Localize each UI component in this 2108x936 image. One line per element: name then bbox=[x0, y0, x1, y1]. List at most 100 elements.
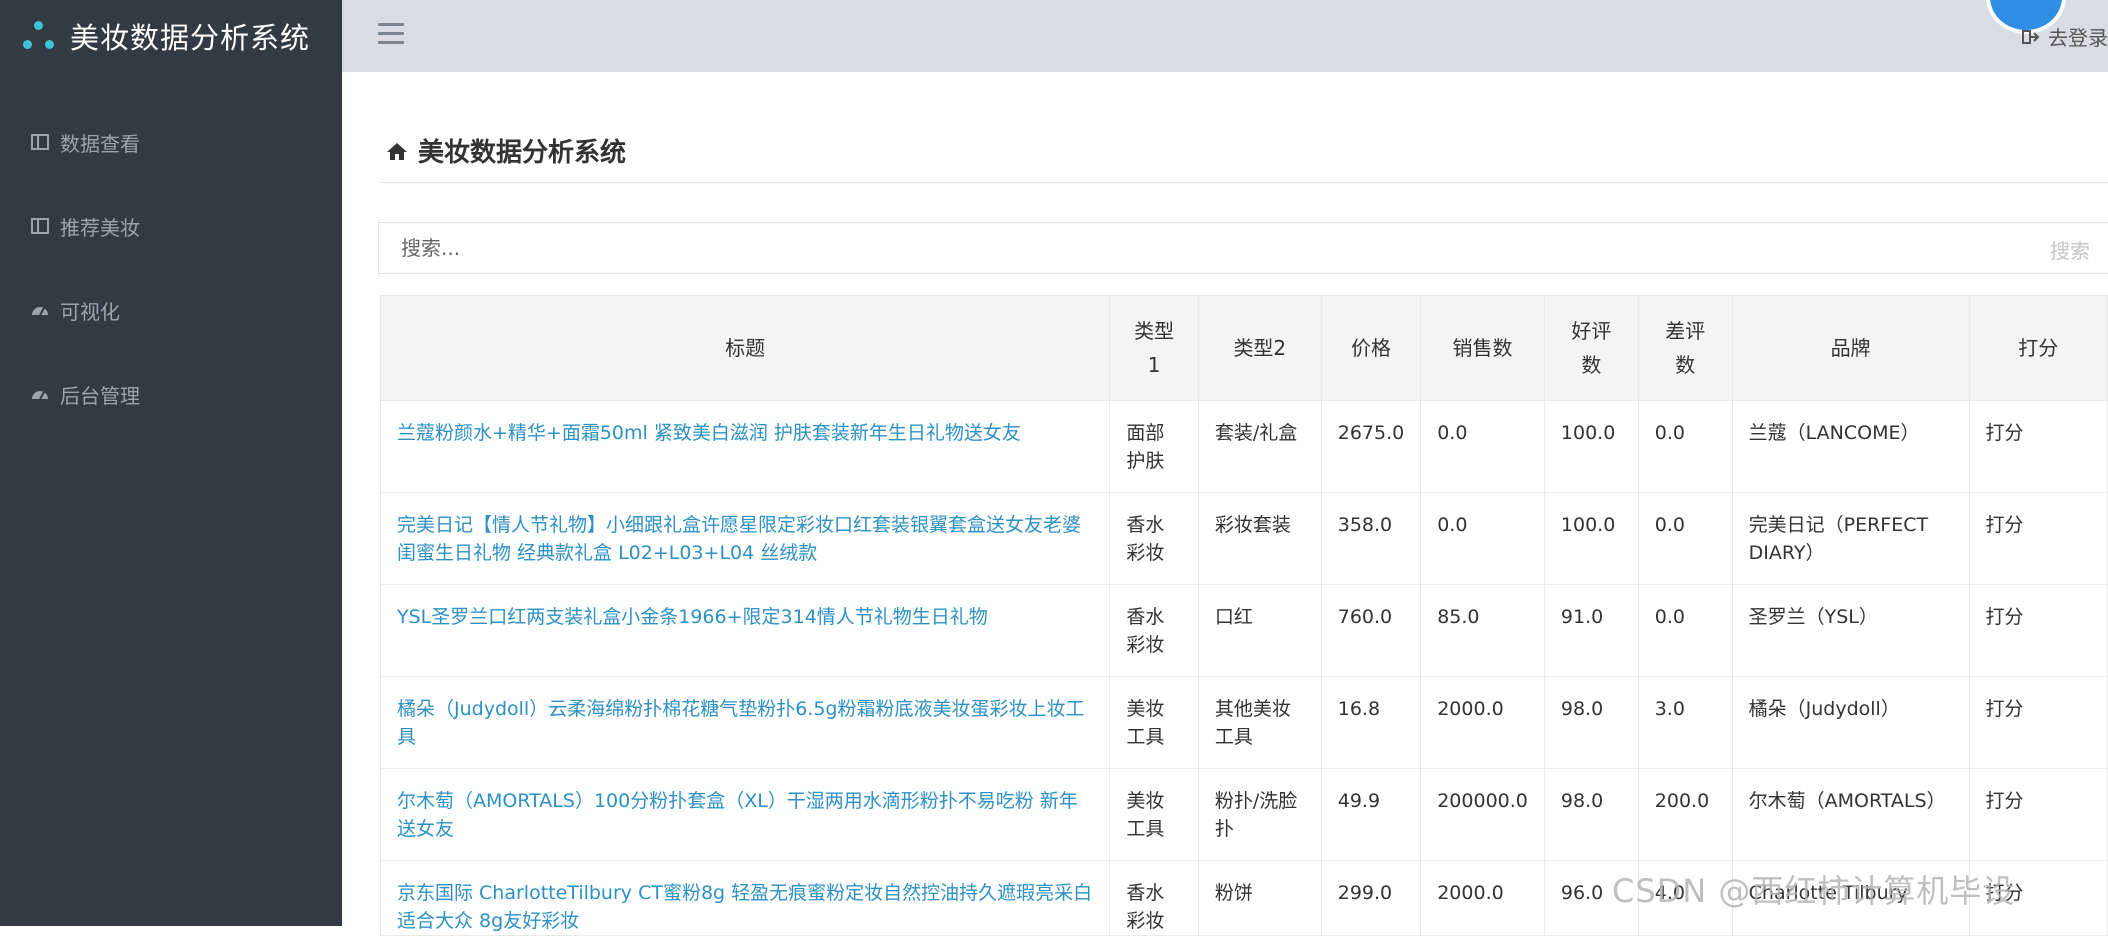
table-cell: 358.0 bbox=[1320, 492, 1422, 585]
table-cell: 香水彩妆 bbox=[1109, 584, 1199, 677]
column-header[interactable]: 打分 bbox=[1968, 295, 2108, 401]
table-row: 尔木萄（AMORTALS）100分粉扑套盒（XL）干湿两用水滴形粉扑不易吃粉 新… bbox=[379, 768, 2108, 861]
column-header[interactable]: 类型2 bbox=[1197, 295, 1322, 401]
column-header[interactable]: 品牌 bbox=[1731, 295, 1970, 401]
table-cell: 面部护肤 bbox=[1109, 400, 1199, 493]
table-cell: 0.0 bbox=[1637, 492, 1733, 585]
table-cell: 2000.0 bbox=[1420, 860, 1545, 936]
home-icon bbox=[387, 142, 407, 160]
table-cell: 49.9 bbox=[1320, 768, 1422, 861]
column-header[interactable]: 类型1 bbox=[1109, 295, 1199, 401]
table-cell: 299.0 bbox=[1320, 860, 1422, 936]
sidebar-item-admin[interactable]: 后台管理 bbox=[0, 352, 342, 436]
app-title: 美妆数据分析系统 bbox=[70, 21, 311, 55]
sidebar-item-label: 推荐美妆 bbox=[60, 215, 140, 240]
table-cell: 2675.0 bbox=[1320, 400, 1422, 493]
table-cell: 美妆工具 bbox=[1109, 676, 1199, 769]
table-cell: 圣罗兰（YSL） bbox=[1731, 584, 1970, 677]
table-cell: 16.8 bbox=[1320, 676, 1422, 769]
sidebar-item-label: 后台管理 bbox=[60, 383, 140, 408]
dashboard-icon bbox=[32, 391, 48, 400]
search-bar: 搜索 bbox=[378, 222, 2108, 274]
watermark: CSDN @西红柿计算机毕设 bbox=[1612, 872, 2016, 910]
table-cell: 200000.0 bbox=[1420, 768, 1545, 861]
rate-action[interactable]: 打分 bbox=[1968, 584, 2108, 677]
table-cell: 0.0 bbox=[1420, 492, 1545, 585]
product-title-link[interactable]: 完美日记【情人节礼物】小细跟礼盒许愿星限定彩妆口红套装银翼套盒送女友老婆闺蜜生日… bbox=[397, 514, 1081, 564]
table-cell: 兰蔻（LANCOME） bbox=[1731, 400, 1970, 493]
sidebar-item-visualization[interactable]: 可视化 bbox=[0, 268, 342, 352]
rate-action[interactable]: 打分 bbox=[1968, 768, 2108, 861]
sign-out-icon bbox=[2022, 29, 2040, 44]
main-content: 美妆数据分析系统 搜索 标题 类型1 类型2 价格 销售数 好评数 差评数 品牌… bbox=[342, 72, 2108, 936]
table-cell: 100.0 bbox=[1543, 400, 1639, 493]
table-cell: 3.0 bbox=[1637, 676, 1733, 769]
search-input[interactable] bbox=[379, 223, 2003, 273]
sidebar-item-data-view[interactable]: 数据查看 bbox=[0, 100, 342, 184]
title-cell: 完美日记【情人节礼物】小细跟礼盒许愿星限定彩妆口红套装银翼套盒送女友老婆闺蜜生日… bbox=[379, 492, 1111, 585]
sidebar-item-label: 数据查看 bbox=[60, 131, 140, 156]
table-cell: 98.0 bbox=[1543, 676, 1639, 769]
rate-action[interactable]: 打分 bbox=[1968, 492, 2108, 585]
title-cell: 尔木萄（AMORTALS）100分粉扑套盒（XL）干湿两用水滴形粉扑不易吃粉 新… bbox=[379, 768, 1111, 861]
product-title-link[interactable]: 京东国际 CharlotteTilbury CT蜜粉8g 轻盈无痕蜜粉定妆自然控… bbox=[397, 882, 1092, 932]
product-table: 标题 类型1 类型2 价格 销售数 好评数 差评数 品牌 打分 兰蔻粉颜水+精华… bbox=[379, 295, 2108, 936]
title-cell: YSL圣罗兰口红两支装礼盒小金条1966+限定314情人节礼物生日礼物 bbox=[379, 584, 1111, 677]
logo-icon bbox=[20, 18, 56, 54]
table-cell: 美妆工具 bbox=[1109, 768, 1199, 861]
title-cell: 橘朵（Judydoll）云柔海绵粉扑棉花糖气垫粉扑6.5g粉霜粉底液美妆蛋彩妆上… bbox=[379, 676, 1111, 769]
column-header[interactable]: 价格 bbox=[1320, 295, 1422, 401]
table-cell: 彩妆套装 bbox=[1197, 492, 1322, 585]
table-cell: 粉饼 bbox=[1197, 860, 1322, 936]
page-header: 美妆数据分析系统 bbox=[386, 132, 626, 169]
table-cell: 0.0 bbox=[1637, 584, 1733, 677]
table-cell: 0.0 bbox=[1637, 400, 1733, 493]
rate-action[interactable]: 打分 bbox=[1968, 676, 2108, 769]
table-row: 完美日记【情人节礼物】小细跟礼盒许愿星限定彩妆口红套装银翼套盒送女友老婆闺蜜生日… bbox=[379, 492, 2108, 585]
table-icon bbox=[31, 218, 49, 234]
table-cell: 760.0 bbox=[1320, 584, 1422, 677]
table-cell: 98.0 bbox=[1543, 768, 1639, 861]
table-cell: 橘朵（Judydoll） bbox=[1731, 676, 1970, 769]
sidebar: 美妆数据分析系统 数据查看 推荐美妆 可视化 后台管理 bbox=[0, 0, 342, 926]
table-cell: 粉扑/洗脸扑 bbox=[1197, 768, 1322, 861]
title-cell: 京东国际 CharlotteTilbury CT蜜粉8g 轻盈无痕蜜粉定妆自然控… bbox=[379, 860, 1111, 936]
product-title-link[interactable]: 橘朵（Judydoll）云柔海绵粉扑棉花糖气垫粉扑6.5g粉霜粉底液美妆蛋彩妆上… bbox=[397, 698, 1084, 748]
divider bbox=[380, 182, 2108, 183]
brand[interactable]: 美妆数据分析系统 bbox=[20, 14, 310, 58]
table-cell: 0.0 bbox=[1420, 400, 1545, 493]
table-row: 橘朵（Judydoll）云柔海绵粉扑棉花糖气垫粉扑6.5g粉霜粉底液美妆蛋彩妆上… bbox=[379, 676, 2108, 769]
product-title-link[interactable]: 尔木萄（AMORTALS）100分粉扑套盒（XL）干湿两用水滴形粉扑不易吃粉 新… bbox=[397, 790, 1078, 840]
column-header[interactable]: 标题 bbox=[379, 295, 1111, 401]
table-cell: 香水彩妆 bbox=[1109, 492, 1199, 585]
top-bar: 去登录 bbox=[342, 0, 2108, 72]
column-header[interactable]: 销售数 bbox=[1420, 295, 1545, 401]
title-cell: 兰蔻粉颜水+精华+面霜50ml 紧致美白滋润 护肤套装新年生日礼物送女友 bbox=[379, 400, 1111, 493]
sidebar-menu: 数据查看 推荐美妆 可视化 后台管理 bbox=[0, 100, 342, 436]
column-header[interactable]: 差评数 bbox=[1637, 295, 1733, 401]
table-cell: 尔木萄（AMORTALS） bbox=[1731, 768, 1970, 861]
column-header[interactable]: 好评数 bbox=[1543, 295, 1639, 401]
table-row: 兰蔻粉颜水+精华+面霜50ml 紧致美白滋润 护肤套装新年生日礼物送女友 面部护… bbox=[379, 400, 2108, 493]
product-title-link[interactable]: YSL圣罗兰口红两支装礼盒小金条1966+限定314情人节礼物生日礼物 bbox=[397, 606, 988, 628]
table-cell: 香水彩妆 bbox=[1109, 860, 1199, 936]
product-title-link[interactable]: 兰蔻粉颜水+精华+面霜50ml 紧致美白滋润 护肤套装新年生日礼物送女友 bbox=[397, 422, 1021, 444]
table-cell: 91.0 bbox=[1543, 584, 1639, 677]
table-cell: 完美日记（PERFECT DIARY） bbox=[1731, 492, 1970, 585]
menu-toggle-icon[interactable] bbox=[378, 23, 404, 45]
search-button[interactable]: 搜索 bbox=[2050, 235, 2090, 264]
sidebar-item-label: 可视化 bbox=[60, 299, 120, 324]
dashboard-icon bbox=[32, 307, 48, 316]
table-header-row: 标题 类型1 类型2 价格 销售数 好评数 差评数 品牌 打分 bbox=[379, 295, 2108, 401]
table-cell: 口红 bbox=[1197, 584, 1322, 677]
table-row: YSL圣罗兰口红两支装礼盒小金条1966+限定314情人节礼物生日礼物 香水彩妆… bbox=[379, 584, 2108, 677]
rate-action[interactable]: 打分 bbox=[1968, 400, 2108, 493]
sidebar-item-recommend[interactable]: 推荐美妆 bbox=[0, 184, 342, 268]
logout-label: 去登录 bbox=[2048, 26, 2108, 50]
page-title: 美妆数据分析系统 bbox=[418, 138, 627, 168]
table-cell: 200.0 bbox=[1637, 768, 1733, 861]
table-cell: 其他美妆工具 bbox=[1197, 676, 1322, 769]
table-icon bbox=[31, 134, 49, 150]
table-cell: 套装/礼盒 bbox=[1197, 400, 1322, 493]
logout-button[interactable]: 去登录 bbox=[2022, 22, 2108, 51]
